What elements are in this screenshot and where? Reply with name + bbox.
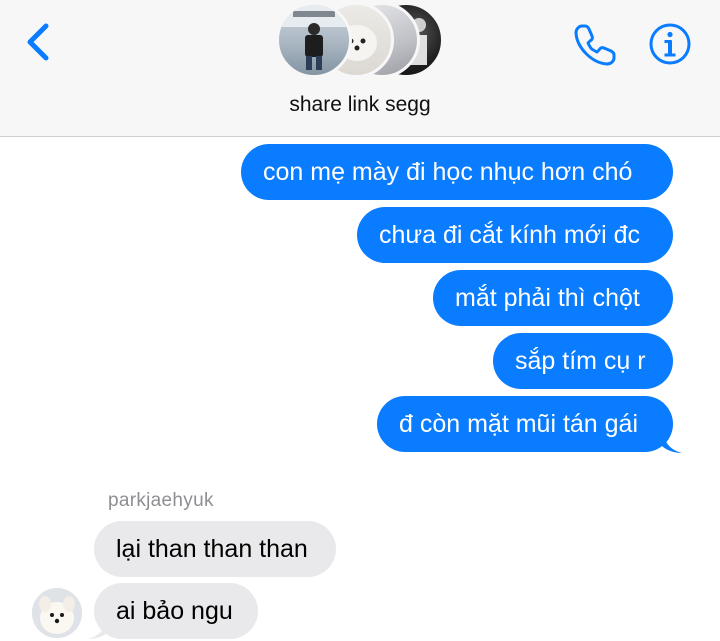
bubble-tail (662, 430, 682, 453)
sent-message-bubble[interactable]: mắt phải thì chột (433, 270, 673, 326)
sent-message-bubble[interactable]: chưa đi cắt kính mới đc (357, 207, 673, 263)
conversation-header: share link segg (0, 0, 720, 137)
sent-message-bubble[interactable]: sắp tím cụ r (493, 333, 673, 389)
phone-icon (574, 24, 616, 66)
info-icon (649, 23, 691, 65)
call-button[interactable] (570, 20, 620, 70)
sent-message-bubble[interactable]: đ còn mặt mũi tán gái (377, 396, 673, 452)
sender-name: parkjaehyuk (108, 490, 214, 511)
conversation-title[interactable]: share link segg (0, 93, 720, 117)
bubble-tail (88, 616, 108, 639)
group-avatar-stack[interactable] (276, 0, 446, 80)
received-message-bubble[interactable]: ai bảo ngu (94, 583, 258, 639)
group-member-avatar (276, 2, 352, 78)
sender-avatar[interactable] (32, 588, 82, 638)
back-button[interactable] (20, 20, 60, 64)
info-button[interactable] (648, 22, 692, 66)
sent-message-bubble[interactable]: con mẹ mày đi học nhục hơn chó (241, 144, 673, 200)
chevron-left-icon (27, 23, 49, 61)
received-message-bubble[interactable]: lại than than than (94, 521, 336, 577)
